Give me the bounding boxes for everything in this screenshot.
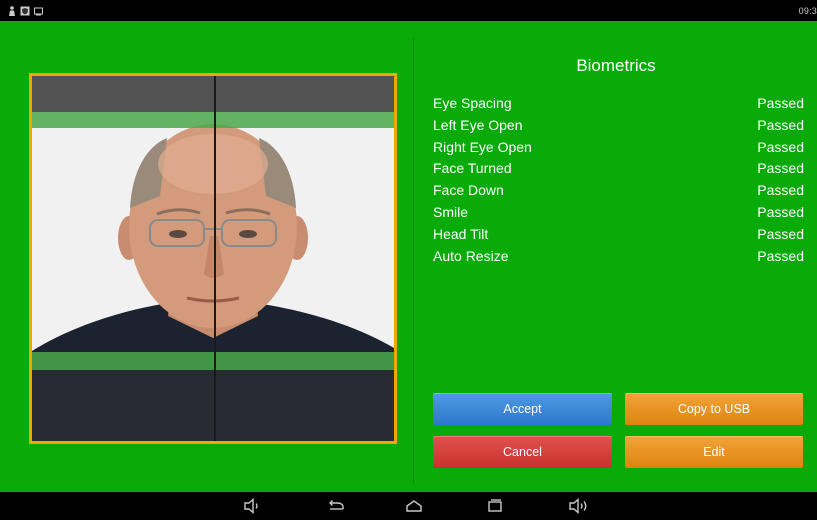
panel-title: Biometrics [576,56,656,75]
metric-row: Face Turned Passed [433,158,804,180]
metric-label: Left Eye Open [433,116,523,133]
metric-status: Passed [757,95,804,111]
back-icon[interactable] [327,498,345,514]
metric-status: Passed [757,247,804,264]
metric-row: Right Eye Open Passed [433,137,804,159]
shield-icon [20,6,30,16]
person-icon [9,6,15,16]
metric-label: Right Eye Open [433,138,532,155]
recent-apps-icon[interactable] [486,498,504,514]
copy-to-usb-button[interactable]: Copy to USB [625,393,803,425]
metric-status: Passed [757,225,804,242]
metric-row: Auto Resize Passed [433,246,804,268]
cancel-button[interactable]: Cancel [433,436,612,468]
metric-row: Smile Passed [433,202,804,224]
metric-label: Smile [433,203,469,220]
volume-up-icon[interactable] [568,498,590,514]
metric-label: Face Down [433,182,504,199]
face-photo [32,76,394,441]
metric-label: Auto Resize [433,247,509,264]
status-bar: 09:3 [0,0,817,21]
home-icon[interactable] [405,498,423,514]
biometrics-screen: Biometrics Eye Spacing Passed Left Eye O… [0,21,817,492]
status-clock: 09:3 [798,6,817,16]
status-icons [8,6,43,16]
face-photo-frame [29,73,397,444]
edit-button[interactable]: Edit [625,436,803,468]
metric-row: Head Tilt Passed [433,224,804,246]
metric-row: Face Down Passed [433,180,804,202]
navigation-bar [0,492,817,520]
metric-row: Eye Spacing Passed [433,93,804,115]
metric-status: Passed [757,203,804,220]
volume-down-icon[interactable] [243,498,261,514]
metric-status: Passed [757,138,804,155]
metric-label: Face Turned [433,160,512,177]
metric-status: Passed [757,182,804,199]
panel-divider [413,38,414,483]
accept-button[interactable]: Accept [433,393,612,425]
metric-status: Passed [757,160,804,177]
metrics-list: Eye Spacing Passed Left Eye Open Passed … [433,93,804,267]
screen-icon [34,7,43,15]
metric-row: Left Eye Open Passed [433,115,804,137]
metric-label: Head Tilt [433,225,489,242]
metric-label: Eye Spacing [433,95,512,111]
metric-status: Passed [757,116,804,133]
